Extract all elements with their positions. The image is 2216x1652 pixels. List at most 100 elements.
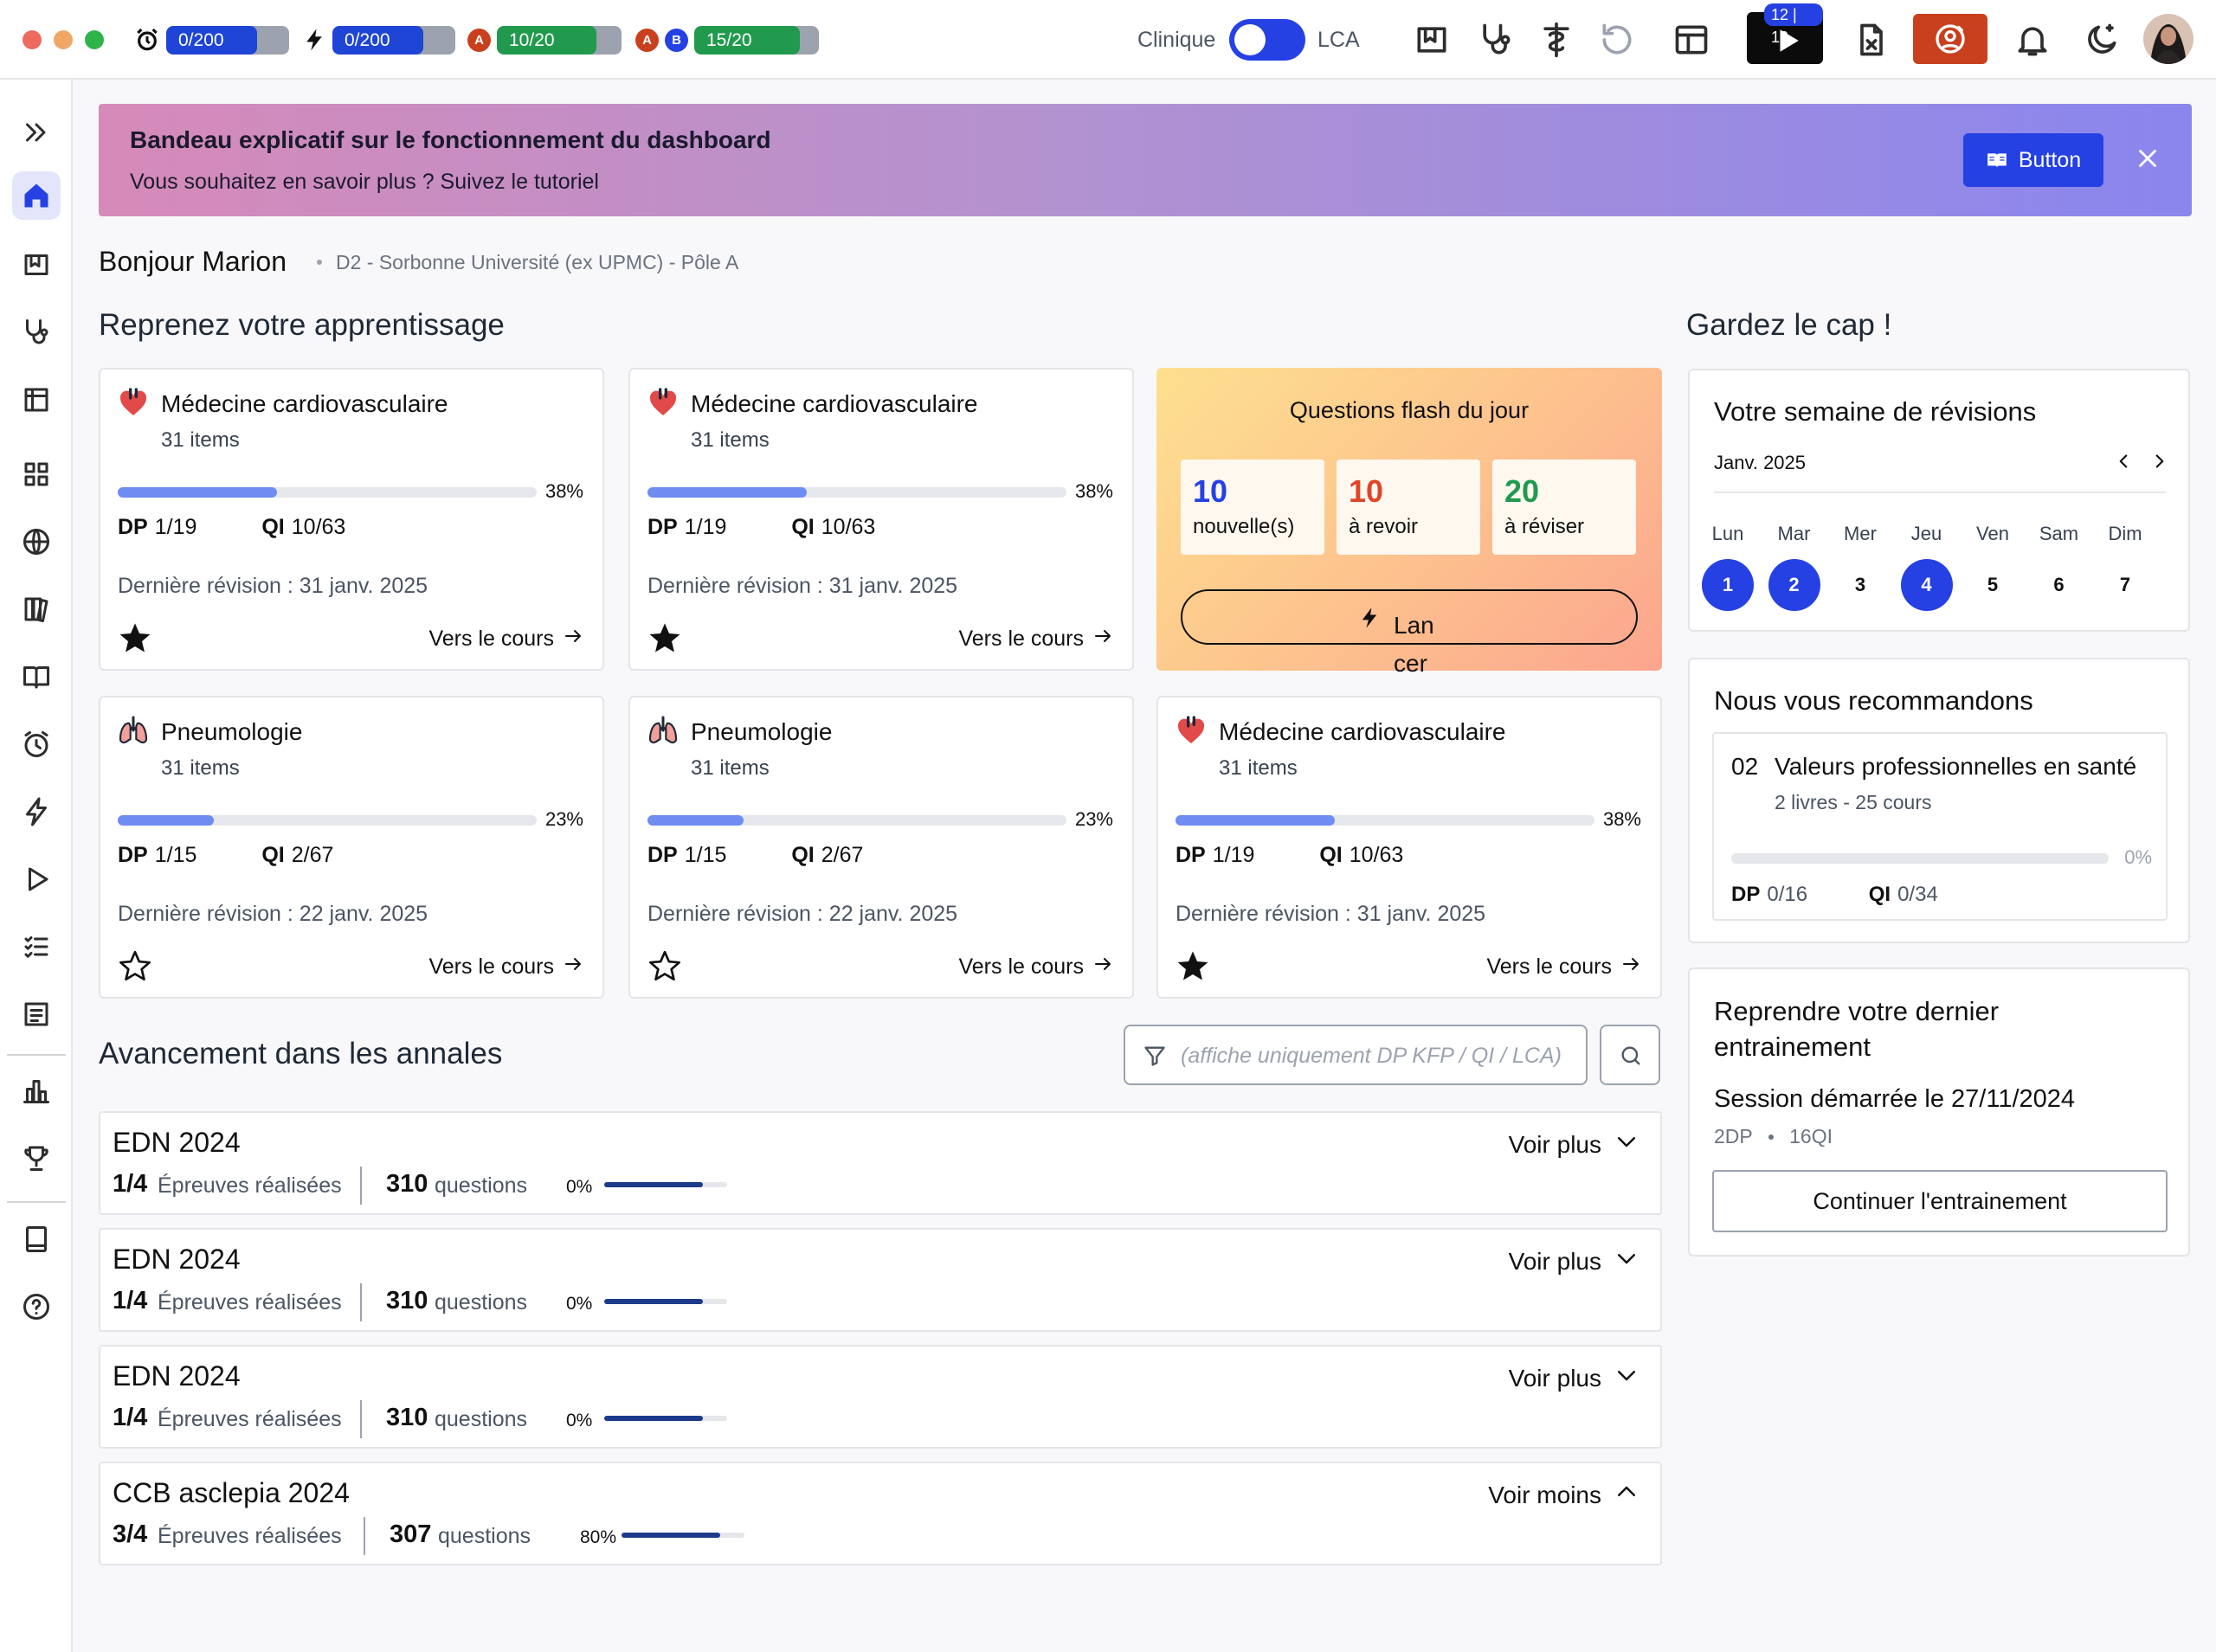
course-card[interactable]: Pneumologie 31 items 23% DP 1/15 QI 2/67 D… [99, 696, 604, 999]
book-icon[interactable] [1413, 21, 1451, 59]
annale-toggle[interactable]: Voir moins [1488, 1479, 1639, 1511]
go-to-course-link[interactable]: Vers le cours [1486, 954, 1641, 980]
go-to-course-link[interactable]: Vers le cours [428, 954, 583, 980]
search-button[interactable] [1600, 1025, 1660, 1085]
close-icon[interactable] [2133, 144, 2162, 173]
dark-mode-icon[interactable] [2083, 21, 2121, 59]
user-alert-button[interactable] [1913, 14, 1987, 64]
flash-revise-box[interactable]: 20 à réviser [1492, 460, 1636, 555]
recommend-stats: DP 0/16 QI 0/34 [1731, 883, 1938, 907]
grid-icon[interactable] [12, 450, 61, 498]
progress-percent: 38% [1602, 808, 1641, 830]
go-to-course-link[interactable]: Vers le cours [958, 626, 1113, 652]
chevron-right-icon[interactable] [2148, 450, 2171, 477]
launch-button-label: Lancer [1394, 612, 1434, 677]
help-icon[interactable] [12, 1282, 61, 1331]
annale-questions-label: questions [435, 1407, 528, 1431]
day-number[interactable]: 4 [1900, 559, 1953, 611]
video-player-button[interactable]: 12 | 10 [1747, 3, 1823, 64]
annale-toggle[interactable]: Voir plus [1509, 1245, 1639, 1277]
stethoscope-icon[interactable] [12, 308, 61, 357]
annale-row: CCB asclepia 2024 3/4 Épreuves réalisées… [99, 1462, 1662, 1565]
filter-input[interactable]: (affiche uniquement DP KFP / QI / LCA) [1124, 1025, 1588, 1085]
stethoscope-icon[interactable] [1477, 21, 1515, 59]
layout-icon[interactable] [1672, 21, 1710, 59]
day-number[interactable]: 1 [1702, 559, 1754, 611]
annale-done-label: Épreuves réalisées [158, 1524, 342, 1548]
course-card[interactable]: Médecine cardiovasculaire 31 items 38% D… [628, 368, 1134, 671]
day-number[interactable]: 2 [1768, 559, 1820, 611]
course-card[interactable]: Médecine cardiovasculaire 31 items 38% D… [99, 368, 604, 671]
banner-subtitle: Vous souhaitez en savoir plus ? Suivez l… [130, 170, 599, 194]
expand-sidebar-icon[interactable] [12, 108, 61, 157]
notes-icon[interactable] [12, 990, 61, 1038]
play-icon[interactable] [12, 855, 61, 903]
window-maximize-dot[interactable] [85, 30, 104, 49]
trophy-icon[interactable] [12, 1134, 61, 1182]
book-icon[interactable] [12, 241, 61, 289]
qi-label: QI [1868, 883, 1891, 906]
window-close-dot[interactable] [23, 30, 42, 49]
star-outline-icon[interactable] [118, 948, 152, 983]
timer-icon[interactable] [12, 720, 61, 768]
banner-button[interactable]: Button [1963, 133, 2103, 187]
checklist-icon[interactable] [12, 922, 61, 971]
flash-review-box[interactable]: 10 à revoir [1337, 460, 1480, 555]
chevron-down-icon [1614, 1362, 1639, 1394]
star-filled-icon[interactable] [1176, 948, 1210, 983]
book-open-icon [1986, 149, 2008, 171]
recommend-item[interactable]: 02 Valeurs professionnelles en santé 2 l… [1712, 732, 2168, 921]
window-minimize-dot[interactable] [54, 30, 73, 49]
undo-icon[interactable] [1598, 21, 1636, 59]
day-number[interactable]: 3 [1834, 559, 1886, 611]
tablet-icon[interactable] [12, 1215, 61, 1263]
annale-toggle[interactable]: Voir plus [1509, 1362, 1639, 1394]
document-close-icon[interactable] [1852, 21, 1891, 59]
section-title-annales: Avancement dans les annales [99, 1037, 503, 1070]
go-to-course-label: Vers le cours [428, 627, 554, 651]
progress-percent: 23% [1074, 808, 1113, 830]
sidebar-divider [7, 1201, 66, 1203]
flash-new-box[interactable]: 10 nouvelle(s) [1181, 460, 1324, 555]
star-filled-icon[interactable] [118, 620, 152, 655]
notebook-icon[interactable] [12, 376, 61, 424]
badge-b: B [665, 29, 688, 52]
continue-training-button[interactable]: Continuer l'entrainement [1712, 1170, 2168, 1232]
course-title: Médecine cardiovasculaire [161, 390, 448, 417]
globe-icon[interactable] [12, 517, 61, 566]
go-to-course-link[interactable]: Vers le cours [958, 954, 1113, 980]
bell-icon[interactable] [2013, 21, 2052, 59]
star-filled-icon[interactable] [647, 620, 682, 655]
library-icon[interactable] [12, 585, 61, 633]
course-card[interactable]: Médecine cardiovasculaire 31 items 38% D… [1156, 696, 1662, 999]
star-outline-icon[interactable] [647, 948, 682, 983]
launch-button[interactable]: Lancer [1181, 589, 1638, 677]
caduceus-icon[interactable] [1537, 21, 1575, 59]
info-banner: Bandeau explicatif sur le fonctionnement… [99, 104, 2192, 216]
stats-icon[interactable] [12, 1066, 61, 1115]
resume-card: Reprendre votre dernier entrainement Ses… [1688, 967, 2190, 1257]
avatar[interactable] [2143, 14, 2193, 64]
badge-a-second: A [635, 29, 659, 52]
progress-track [1731, 853, 2109, 864]
go-to-course-link[interactable]: Vers le cours [428, 626, 583, 652]
annale-percent: 80% [580, 1527, 617, 1547]
course-items: 31 items [1219, 756, 1298, 780]
flash-revise-label: à réviser [1504, 515, 1585, 538]
annale-separator [360, 1283, 362, 1321]
course-title: Pneumologie [161, 718, 303, 745]
lungs-icon [116, 713, 151, 748]
chevron-left-icon[interactable] [2112, 450, 2135, 477]
day-number[interactable]: 7 [2099, 559, 2151, 611]
continue-training-label: Continuer l'entrainement [1813, 1188, 2067, 1214]
annale-done: 1/4 [113, 1287, 148, 1315]
day-number[interactable]: 5 [1967, 559, 2019, 611]
clinique-lca-toggle[interactable] [1229, 19, 1305, 61]
course-card[interactable]: Pneumologie 31 items 23% DP 1/15 QI 2/67 D… [628, 696, 1134, 999]
weekday-label: Ven [1976, 523, 2009, 544]
open-book-icon[interactable] [12, 652, 61, 701]
flash-icon[interactable] [12, 787, 61, 836]
day-number[interactable]: 6 [2033, 559, 2085, 611]
home-icon[interactable] [12, 171, 61, 220]
annale-toggle[interactable]: Voir plus [1509, 1128, 1639, 1160]
